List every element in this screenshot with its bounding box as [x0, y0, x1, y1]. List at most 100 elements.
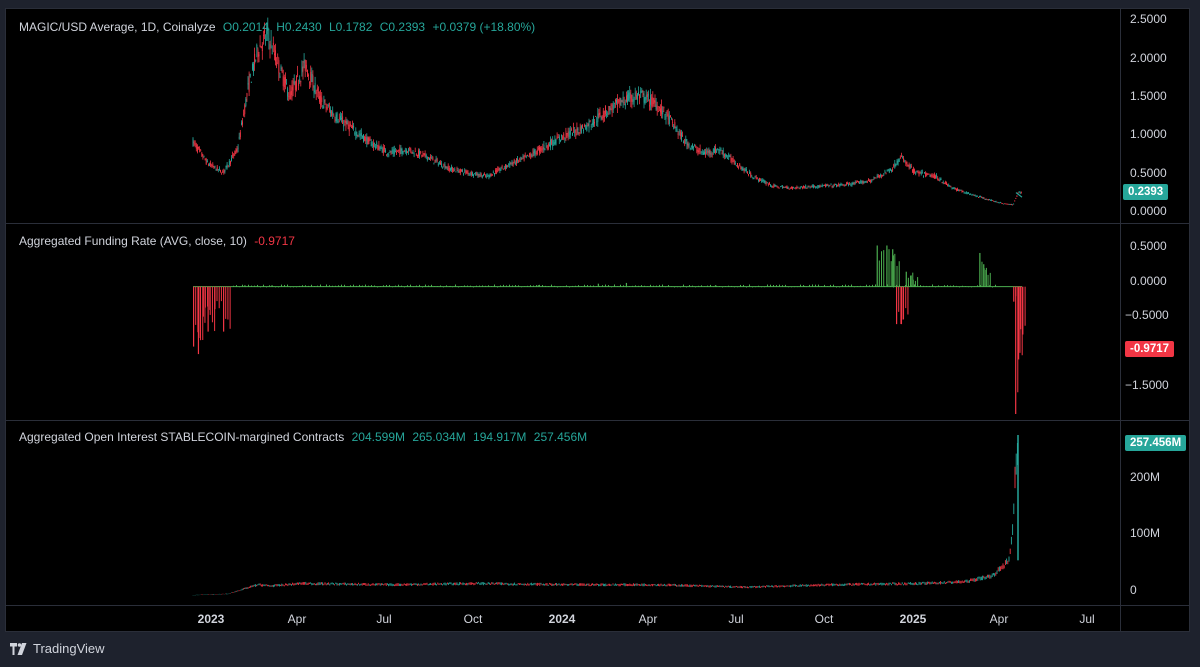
candle-body	[883, 173, 885, 175]
funding-bar	[596, 286, 597, 287]
candle-body	[873, 177, 875, 180]
oi-title[interactable]: Aggregated Open Interest STABLECOIN-marg…	[19, 430, 344, 444]
funding-bar	[611, 286, 612, 288]
candle-body	[767, 184, 769, 185]
candle-body	[585, 125, 587, 130]
candle-body	[561, 134, 562, 137]
funding-bar	[461, 285, 462, 287]
funding-bar	[344, 284, 345, 287]
candle-body	[479, 173, 481, 176]
candle-body	[791, 187, 792, 189]
candle-body	[907, 164, 909, 166]
candle-body	[430, 156, 432, 159]
candle-body	[951, 187, 953, 189]
funding-bar	[905, 271, 907, 287]
candle-body	[925, 173, 927, 177]
candle-body	[423, 153, 425, 156]
funding-legend: Aggregated Funding Rate (AVG, close, 10)…	[19, 234, 295, 248]
funding-bar	[195, 286, 197, 325]
candle-body	[239, 132, 241, 138]
candle-body	[803, 185, 804, 188]
candle-body	[945, 182, 946, 184]
candle-body	[546, 145, 548, 149]
funding-title[interactable]: Aggregated Funding Rate (AVG, close, 10)	[19, 234, 247, 248]
candle-body	[539, 147, 540, 153]
candle-body	[253, 64, 254, 73]
funding-bar	[287, 284, 288, 287]
funding-bar	[326, 284, 327, 287]
funding-bar	[578, 285, 579, 287]
funding-bar	[440, 285, 441, 287]
candle-body	[600, 117, 602, 119]
candle-body	[807, 186, 809, 188]
time-label: Oct	[814, 612, 834, 626]
candle-body	[323, 99, 325, 103]
candle-body	[643, 93, 645, 103]
candle-body	[564, 138, 566, 140]
funding-bar	[488, 285, 489, 287]
candle-body	[231, 157, 232, 162]
funding-bar	[926, 285, 927, 287]
candle-body	[992, 200, 994, 201]
funding-bar	[842, 285, 843, 287]
funding-bar	[479, 285, 480, 287]
close-value: C0.2393	[379, 20, 426, 34]
candle-body	[868, 179, 869, 181]
candle-body	[984, 199, 986, 201]
funding-bar	[704, 286, 705, 288]
candle-body	[393, 149, 395, 155]
candle-body	[474, 173, 476, 175]
candle-body	[238, 136, 240, 139]
candle-body	[1013, 203, 1015, 205]
candle-body	[797, 186, 799, 188]
candle-body	[587, 123, 589, 126]
candle-body	[706, 150, 708, 153]
funding-bar	[728, 285, 729, 287]
candle-body	[591, 122, 593, 125]
candle-body	[806, 188, 808, 189]
funding-bar	[625, 282, 628, 287]
candle-body	[450, 168, 451, 171]
funding-bar	[216, 286, 218, 302]
candle-body	[198, 146, 199, 148]
candle-body	[236, 148, 238, 152]
funding-bar	[218, 286, 220, 309]
funding-bar	[242, 284, 243, 287]
funding-bar	[863, 286, 864, 287]
funding-bar	[962, 285, 963, 287]
candle-body	[816, 186, 818, 188]
candle-body	[420, 151, 422, 154]
funding-bar	[360, 285, 362, 287]
candle-body	[344, 120, 346, 123]
candle-body	[470, 172, 472, 176]
candle-body	[594, 122, 595, 124]
funding-bar	[875, 284, 876, 287]
candle-body	[639, 95, 641, 99]
candle-body	[645, 95, 647, 100]
symbol-label[interactable]: MAGIC/USD Average, 1D, Coinalyze	[19, 20, 216, 34]
funding-bar	[362, 285, 363, 287]
candle-body	[978, 197, 979, 198]
candle-body	[208, 164, 209, 166]
candle-body	[949, 185, 951, 187]
funding-bar	[812, 284, 813, 287]
candle-body	[837, 185, 839, 187]
candle-body	[865, 180, 867, 183]
funding-bar	[941, 286, 942, 287]
candle-body	[385, 149, 386, 153]
candle-body	[513, 159, 515, 163]
candle-body	[488, 175, 490, 178]
funding-bar	[932, 284, 933, 287]
funding-bar	[929, 285, 930, 287]
funding-bar	[878, 260, 880, 287]
funding-bar	[428, 285, 429, 287]
candle-body	[927, 174, 929, 175]
candle-body	[333, 115, 335, 117]
footer[interactable]: TradingView	[10, 641, 105, 656]
candle-body	[414, 151, 416, 152]
funding-bar	[239, 286, 240, 288]
candle-body	[255, 59, 257, 61]
candle-body	[905, 161, 907, 165]
candle-body	[697, 149, 699, 153]
candle-body	[358, 132, 360, 135]
